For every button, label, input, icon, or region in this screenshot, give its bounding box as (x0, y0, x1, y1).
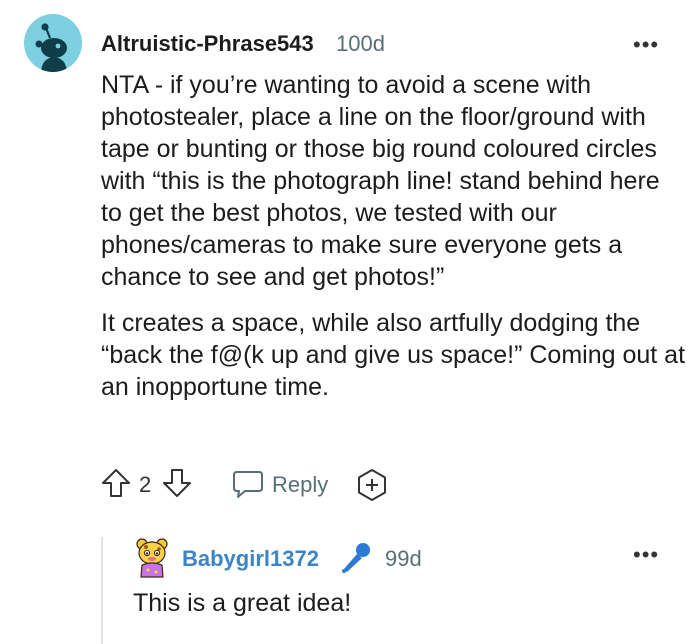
plus-hexagon-icon (358, 469, 386, 501)
microphone-flair (337, 540, 373, 576)
thread-line[interactable] (101, 537, 103, 644)
reply-avatar[interactable] (134, 537, 170, 579)
comment-paragraph: It creates a space, while also artfully … (101, 309, 686, 401)
more-options-button[interactable]: ••• (633, 34, 659, 56)
comment-body: NTA - if you’re wanting to avoid a scene… (101, 69, 686, 403)
reply-username[interactable]: Babygirl1372 (182, 546, 319, 572)
comment-timestamp: 100d (336, 31, 385, 56)
reply-button[interactable]: Reply (232, 469, 342, 501)
comment-username[interactable]: Altruistic-Phrase543 (101, 31, 314, 57)
reply-body: This is a great idea! (133, 589, 352, 617)
snoo-avatar-icon (24, 14, 82, 72)
award-button[interactable] (355, 468, 389, 502)
cartoon-avatar-icon (136, 538, 168, 578)
vote-count: 2 (139, 472, 152, 497)
microphone-icon (342, 543, 370, 573)
reply-label: Reply (272, 472, 329, 497)
downvote-button[interactable] (161, 467, 193, 499)
speech-bubble-icon (233, 471, 263, 498)
upvote-button[interactable] (100, 467, 132, 499)
avatar[interactable] (24, 14, 82, 72)
reply-timestamp: 99d (385, 546, 422, 571)
comment-paragraph: NTA - if you’re wanting to avoid a scene… (101, 71, 660, 291)
reply-more-options-button[interactable]: ••• (633, 544, 659, 566)
arrow-up-outline-icon (102, 469, 130, 497)
arrow-down-outline-icon (163, 469, 191, 497)
